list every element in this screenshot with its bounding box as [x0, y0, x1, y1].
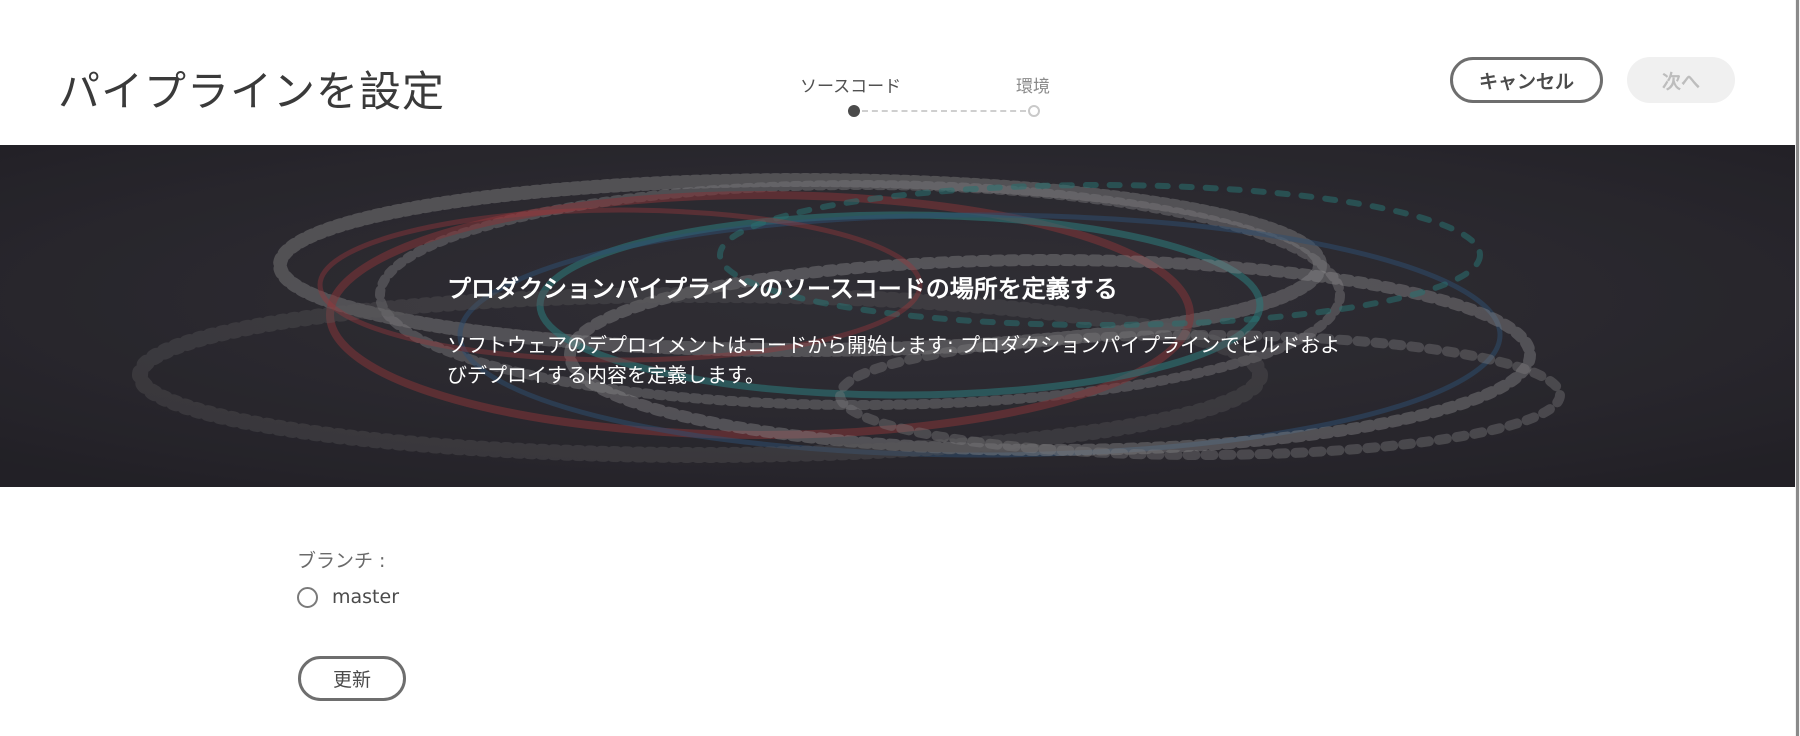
hero-title: プロダクションパイプラインのソースコードの場所を定義する [447, 275, 1118, 303]
branch-label: ブランチ : [297, 550, 386, 572]
cancel-button[interactable]: キャンセル [1450, 57, 1603, 103]
step-source-code-label: ソースコード [800, 77, 902, 97]
refresh-button[interactable]: 更新 [298, 656, 406, 701]
wizard-stepper: ソースコード 環境 [795, 72, 1065, 122]
step-connector-line [862, 110, 1026, 112]
scrollbar-thumb[interactable] [1796, 0, 1799, 736]
hero-background-image [0, 145, 1795, 487]
step-environment-label: 環境 [1016, 77, 1050, 97]
branch-option-master[interactable]: master [297, 585, 399, 609]
branch-option-label: master [332, 586, 400, 608]
hero-description: ソフトウェアのデプロイメントはコードから開始します: プロダクションパイプライン… [447, 333, 1341, 387]
page-title: パイプラインを設定 [58, 67, 446, 116]
header: パイプラインを設定 ソースコード 環境 キャンセル 次へ [0, 0, 1795, 145]
next-button[interactable]: 次へ [1627, 57, 1735, 103]
step-environment-dot [1028, 105, 1040, 117]
pipeline-setup-page: パイプラインを設定 ソースコード 環境 キャンセル 次へ プロダクションパイプラ… [0, 0, 1800, 736]
step-source-code-dot [848, 105, 860, 117]
branch-radio-button[interactable] [297, 586, 318, 608]
hero-banner: プロダクションパイプラインのソースコードの場所を定義する ソフトウェアのデプロイ… [0, 145, 1795, 487]
